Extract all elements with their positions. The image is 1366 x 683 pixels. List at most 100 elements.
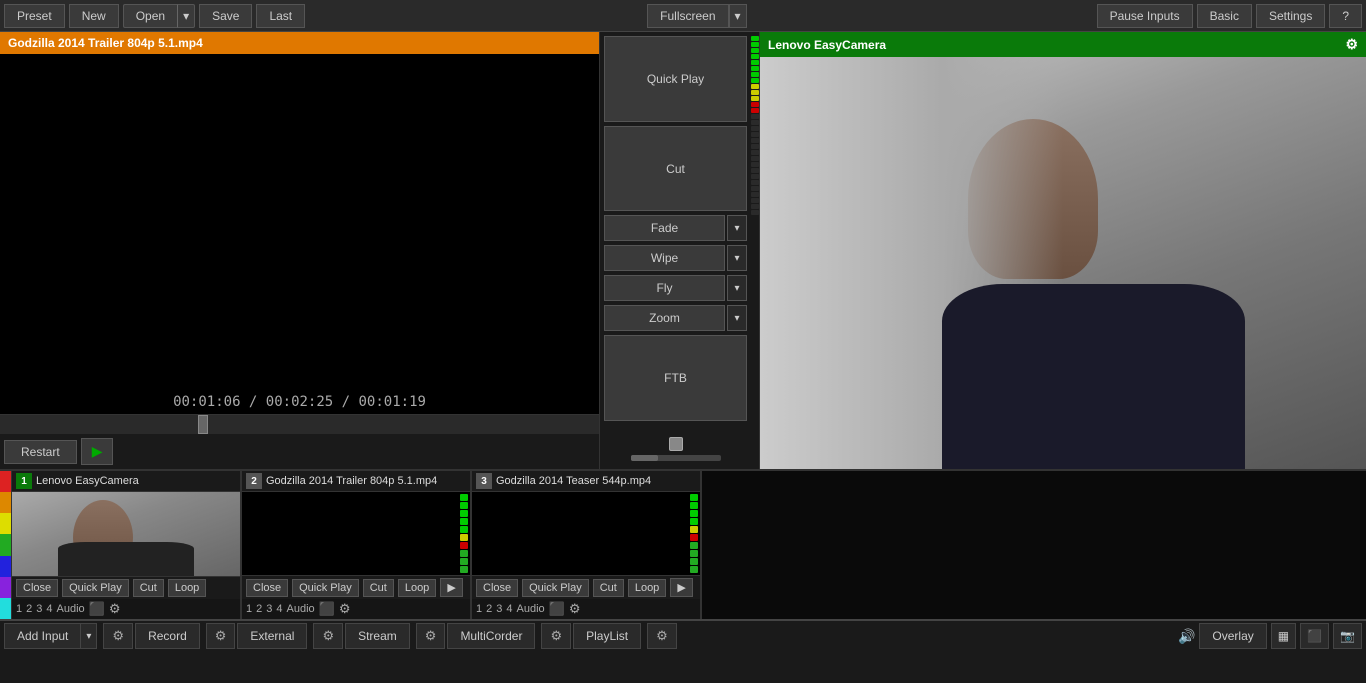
- source-3-loop-btn[interactable]: Loop: [628, 579, 666, 597]
- right-camera-panel: Lenovo EasyCamera ⚙: [760, 32, 1366, 469]
- source-1-quick-play-btn[interactable]: Quick Play: [62, 579, 129, 597]
- fullscreen-button[interactable]: Fullscreen: [647, 4, 728, 28]
- ftb-button[interactable]: FTB: [604, 335, 747, 421]
- source-2-gear-btn[interactable]: ⚙: [339, 601, 351, 617]
- vol-handle[interactable]: [669, 437, 683, 451]
- source-2-close-btn[interactable]: Close: [246, 579, 288, 597]
- fly-arrow[interactable]: ▾: [727, 275, 747, 301]
- external-group: External: [237, 623, 307, 649]
- source-3-gear-btn[interactable]: ⚙: [569, 601, 581, 617]
- source-2-n3[interactable]: 3: [266, 603, 272, 615]
- color-red: [0, 471, 11, 492]
- source-2-n4[interactable]: 4: [276, 603, 282, 615]
- source-2-quick-play-btn[interactable]: Quick Play: [292, 579, 359, 597]
- source-3-n3[interactable]: 3: [496, 603, 502, 615]
- record-group: Record: [135, 623, 200, 649]
- source-1-close-btn[interactable]: Close: [16, 579, 58, 597]
- source-3-n1[interactable]: 1: [476, 603, 482, 615]
- add-input-arrow[interactable]: ▾: [81, 623, 97, 649]
- wipe-arrow[interactable]: ▾: [727, 245, 747, 271]
- preset-button[interactable]: Preset: [4, 4, 65, 28]
- source-1-gear-btn[interactable]: ⚙: [109, 601, 121, 617]
- external-button[interactable]: External: [237, 623, 307, 649]
- new-button[interactable]: New: [69, 4, 119, 28]
- playlist-button[interactable]: PlayList: [573, 623, 641, 649]
- fullscreen-group: Fullscreen ▾: [647, 4, 746, 28]
- save-button[interactable]: Save: [199, 4, 252, 28]
- cut-transition-button[interactable]: Cut: [604, 126, 747, 212]
- multicorder-button[interactable]: MultiCorder: [447, 623, 535, 649]
- source-1-cut-btn[interactable]: Cut: [133, 579, 164, 597]
- vol-slider-track[interactable]: [631, 455, 721, 461]
- source-2-cut-btn[interactable]: Cut: [363, 579, 394, 597]
- fullscreen-arrow-button[interactable]: ▾: [729, 4, 747, 28]
- zoom-arrow[interactable]: ▾: [727, 305, 747, 331]
- source-3-quick-play-btn[interactable]: Quick Play: [522, 579, 589, 597]
- stream-gear[interactable]: ⚙: [416, 623, 446, 649]
- source-3-n4[interactable]: 4: [506, 603, 512, 615]
- source-1-monitor-btn[interactable]: ⬛: [89, 601, 105, 617]
- source-3-monitor-btn[interactable]: ⬛: [549, 601, 565, 617]
- source-item-2: 2 Godzilla 2014 Trailer 804p 5.1.mp4 Clo…: [242, 471, 472, 619]
- source-2-audio-label: Audio: [287, 603, 315, 615]
- source-1-n3[interactable]: 3: [36, 603, 42, 615]
- camera-settings-icon[interactable]: ⚙: [1345, 36, 1358, 53]
- source-1-n2[interactable]: 2: [26, 603, 32, 615]
- open-arrow-button[interactable]: ▾: [177, 4, 195, 28]
- fade-row: Fade ▾: [604, 215, 747, 241]
- timeline-playhead[interactable]: [198, 415, 208, 434]
- source-3-num: 3: [476, 473, 492, 489]
- source-3-controls: Close Quick Play Cut Loop ▶: [472, 575, 700, 599]
- stream-button[interactable]: Stream: [345, 623, 410, 649]
- wipe-button[interactable]: Wipe: [604, 245, 725, 271]
- pause-inputs-button[interactable]: Pause Inputs: [1097, 4, 1193, 28]
- basic-button[interactable]: Basic: [1197, 4, 1252, 28]
- add-input-button[interactable]: Add Input: [4, 623, 81, 649]
- grid-button[interactable]: ▦: [1271, 623, 1296, 649]
- source-1-num: 1: [16, 473, 32, 489]
- source-2-controls: Close Quick Play Cut Loop ▶: [242, 575, 470, 599]
- source-1-header: 1 Lenovo EasyCamera: [12, 471, 240, 492]
- record-button[interactable]: Record: [135, 623, 200, 649]
- settings-button[interactable]: Settings: [1256, 4, 1325, 28]
- camera-title-text: Lenovo EasyCamera: [768, 38, 886, 52]
- source-2-monitor-btn[interactable]: ⬛: [319, 601, 335, 617]
- source-2-bottom: 1 2 3 4 Audio ⬛ ⚙: [242, 599, 470, 619]
- source-1-n4[interactable]: 4: [46, 603, 52, 615]
- source-1-n1[interactable]: 1: [16, 603, 22, 615]
- fade-arrow[interactable]: ▾: [727, 215, 747, 241]
- record-gear[interactable]: ⚙: [206, 623, 236, 649]
- source-2-loop-btn[interactable]: Loop: [398, 579, 436, 597]
- bottom-right-controls: 🔊 Overlay ▦ ⬛ 📷: [1178, 623, 1362, 649]
- source-2-n2[interactable]: 2: [256, 603, 262, 615]
- source-2-advance-btn[interactable]: ▶: [440, 578, 462, 597]
- external-gear[interactable]: ⚙: [313, 623, 343, 649]
- quick-play-transition-button[interactable]: Quick Play: [604, 36, 747, 122]
- zoom-button[interactable]: Zoom: [604, 305, 725, 331]
- last-button[interactable]: Last: [256, 4, 305, 28]
- add-input-group: Add Input ▾: [4, 623, 97, 649]
- source-1-loop-btn[interactable]: Loop: [168, 579, 206, 597]
- fade-button[interactable]: Fade: [604, 215, 725, 241]
- fly-button[interactable]: Fly: [604, 275, 725, 301]
- source-3-advance-btn[interactable]: ▶: [670, 578, 692, 597]
- preview-timecode: 00:01:06 / 00:02:25 / 00:01:19: [0, 390, 599, 414]
- source-3-bottom: 1 2 3 4 Audio ⬛ ⚙: [472, 599, 700, 619]
- transitions-panel: Quick Play Cut Fade ▾ Wipe ▾ Fly ▾ Zoom …: [600, 32, 751, 469]
- open-button[interactable]: Open: [123, 4, 177, 28]
- play-button[interactable]: ▶: [81, 438, 114, 465]
- overlay-button[interactable]: Overlay: [1199, 623, 1266, 649]
- preview-timeline[interactable]: // Can't use script here, will do inline…: [0, 414, 599, 434]
- monitor-button[interactable]: ⬛: [1300, 623, 1329, 649]
- source-2-num: 2: [246, 473, 262, 489]
- source-3-n2[interactable]: 2: [486, 603, 492, 615]
- multicorder-gear[interactable]: ⚙: [541, 623, 571, 649]
- screenshot-button[interactable]: 📷: [1333, 623, 1362, 649]
- source-3-close-btn[interactable]: Close: [476, 579, 518, 597]
- source-2-n1[interactable]: 1: [246, 603, 252, 615]
- add-input-gear[interactable]: ⚙: [103, 623, 133, 649]
- playlist-gear[interactable]: ⚙: [647, 623, 677, 649]
- source-3-cut-btn[interactable]: Cut: [593, 579, 624, 597]
- help-button[interactable]: ?: [1329, 4, 1362, 28]
- restart-button[interactable]: Restart: [4, 440, 77, 464]
